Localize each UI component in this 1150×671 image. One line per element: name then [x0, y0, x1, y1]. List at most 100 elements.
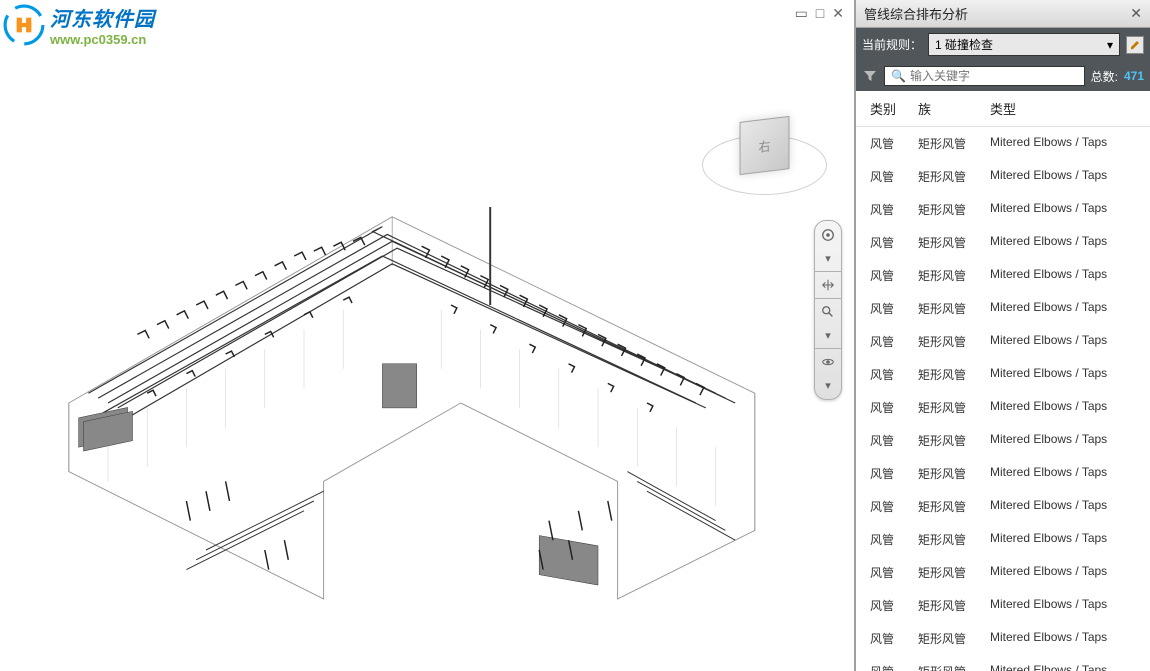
cell-family: 矩形风管	[918, 366, 990, 383]
search-bar: 🔍 总数: 471	[856, 61, 1150, 91]
table-row[interactable]: 风管矩形风管Mitered Elbows / Taps	[856, 160, 1150, 193]
cell-category: 风管	[870, 267, 918, 284]
table-body: 风管矩形风管Mitered Elbows / Taps风管矩形风管Mitered…	[856, 127, 1150, 671]
table-header: 类别 族 类型	[856, 91, 1150, 127]
table-row[interactable]: 风管矩形风管Mitered Elbows / Taps	[856, 292, 1150, 325]
table-row[interactable]: 风管矩形风管Mitered Elbows / Taps	[856, 655, 1150, 671]
maximize-button[interactable]: □	[816, 5, 824, 22]
orbit-expand-button[interactable]: ▾	[818, 375, 838, 395]
cell-category: 风管	[870, 498, 918, 515]
table-row[interactable]: 风管矩形风管Mitered Elbows / Taps	[856, 325, 1150, 358]
search-icon: 🔍	[891, 69, 906, 83]
cell-type: Mitered Elbows / Taps	[990, 432, 1138, 449]
cell-family: 矩形风管	[918, 267, 990, 284]
panel-title: 管线综合排布分析	[864, 4, 968, 23]
window-controls: ▭ □ ✕	[795, 5, 844, 22]
cell-family: 矩形风管	[918, 234, 990, 251]
table-row[interactable]: 风管矩形风管Mitered Elbows / Taps	[856, 523, 1150, 556]
model-viewport[interactable]: 河东软件园 www.pc0359.cn ▭ □ ✕ 右 ▾	[0, 0, 855, 671]
cell-type: Mitered Elbows / Taps	[990, 168, 1138, 185]
cell-type: Mitered Elbows / Taps	[990, 531, 1138, 548]
column-family[interactable]: 族	[918, 99, 990, 118]
table-row[interactable]: 风管矩形风管Mitered Elbows / Taps	[856, 391, 1150, 424]
cell-category: 风管	[870, 531, 918, 548]
cell-type: Mitered Elbows / Taps	[990, 300, 1138, 317]
cell-family: 矩形风管	[918, 630, 990, 647]
cell-category: 风管	[870, 564, 918, 581]
cell-family: 矩形风管	[918, 564, 990, 581]
total-label: 总数:	[1091, 68, 1118, 85]
cell-type: Mitered Elbows / Taps	[990, 564, 1138, 581]
cell-type: Mitered Elbows / Taps	[990, 135, 1138, 152]
chevron-down-icon: ▾	[1107, 38, 1113, 52]
cell-family: 矩形风管	[918, 531, 990, 548]
watermark-title: 河东软件园	[50, 3, 155, 32]
cell-category: 风管	[870, 630, 918, 647]
watermark-logo-icon	[3, 4, 45, 46]
filter-button[interactable]	[862, 69, 878, 83]
table-row[interactable]: 风管矩形风管Mitered Elbows / Taps	[856, 127, 1150, 160]
expand-button[interactable]: ▾	[818, 248, 838, 268]
cell-category: 风管	[870, 465, 918, 482]
cell-category: 风管	[870, 663, 918, 671]
table-row[interactable]: 风管矩形风管Mitered Elbows / Taps	[856, 358, 1150, 391]
3d-model	[10, 60, 794, 648]
close-button[interactable]: ✕	[832, 5, 844, 22]
cell-category: 风管	[870, 300, 918, 317]
table-row[interactable]: 风管矩形风管Mitered Elbows / Taps	[856, 622, 1150, 655]
pan-button[interactable]	[818, 275, 838, 295]
cell-category: 风管	[870, 597, 918, 614]
cell-category: 风管	[870, 399, 918, 416]
cell-category: 风管	[870, 234, 918, 251]
table-row[interactable]: 风管矩形风管Mitered Elbows / Taps	[856, 457, 1150, 490]
cell-family: 矩形风管	[918, 663, 990, 671]
rule-edit-button[interactable]	[1126, 36, 1144, 54]
rule-label: 当前规则：	[862, 36, 922, 53]
cell-category: 风管	[870, 432, 918, 449]
cell-category: 风管	[870, 135, 918, 152]
cell-type: Mitered Elbows / Taps	[990, 399, 1138, 416]
table-row[interactable]: 风管矩形风管Mitered Elbows / Taps	[856, 589, 1150, 622]
cell-category: 风管	[870, 333, 918, 350]
zoom-button[interactable]	[818, 302, 838, 322]
table-row[interactable]: 风管矩形风管Mitered Elbows / Taps	[856, 490, 1150, 523]
cell-family: 矩形风管	[918, 498, 990, 515]
navigation-toolbar: ▾ ▾ ▾	[814, 220, 842, 400]
column-category[interactable]: 类别	[870, 99, 918, 118]
cell-type: Mitered Elbows / Taps	[990, 234, 1138, 251]
table-row[interactable]: 风管矩形风管Mitered Elbows / Taps	[856, 259, 1150, 292]
cell-family: 矩形风管	[918, 333, 990, 350]
cell-type: Mitered Elbows / Taps	[990, 663, 1138, 671]
cell-type: Mitered Elbows / Taps	[990, 201, 1138, 218]
edit-icon	[1129, 39, 1141, 51]
cell-type: Mitered Elbows / Taps	[990, 465, 1138, 482]
cell-family: 矩形风管	[918, 465, 990, 482]
search-input[interactable]	[910, 69, 1078, 83]
watermark-url: www.pc0359.cn	[50, 32, 155, 47]
total-count: 471	[1124, 69, 1144, 83]
search-field[interactable]: 🔍	[884, 66, 1085, 86]
cell-family: 矩形风管	[918, 168, 990, 185]
table-row[interactable]: 风管矩形风管Mitered Elbows / Taps	[856, 193, 1150, 226]
cell-category: 风管	[870, 366, 918, 383]
cell-category: 风管	[870, 168, 918, 185]
cell-family: 矩形风管	[918, 300, 990, 317]
table-row[interactable]: 风管矩形风管Mitered Elbows / Taps	[856, 226, 1150, 259]
cell-family: 矩形风管	[918, 201, 990, 218]
panel-titlebar: 管线综合排布分析 ✕	[856, 0, 1150, 28]
zoom-expand-button[interactable]: ▾	[818, 325, 838, 345]
rule-dropdown[interactable]: 1 碰撞检查 ▾	[928, 33, 1120, 56]
panel-close-button[interactable]: ✕	[1130, 5, 1142, 22]
watermark: 河东软件园 www.pc0359.cn	[3, 3, 155, 47]
table-row[interactable]: 风管矩形风管Mitered Elbows / Taps	[856, 424, 1150, 457]
table-row[interactable]: 风管矩形风管Mitered Elbows / Taps	[856, 556, 1150, 589]
minimize-button[interactable]: ▭	[795, 5, 808, 22]
cell-family: 矩形风管	[918, 597, 990, 614]
column-type[interactable]: 类型	[990, 99, 1138, 118]
cell-type: Mitered Elbows / Taps	[990, 597, 1138, 614]
cell-type: Mitered Elbows / Taps	[990, 267, 1138, 284]
steering-wheel-button[interactable]	[818, 225, 838, 245]
orbit-button[interactable]	[818, 352, 838, 372]
cell-family: 矩形风管	[918, 432, 990, 449]
cell-type: Mitered Elbows / Taps	[990, 498, 1138, 515]
